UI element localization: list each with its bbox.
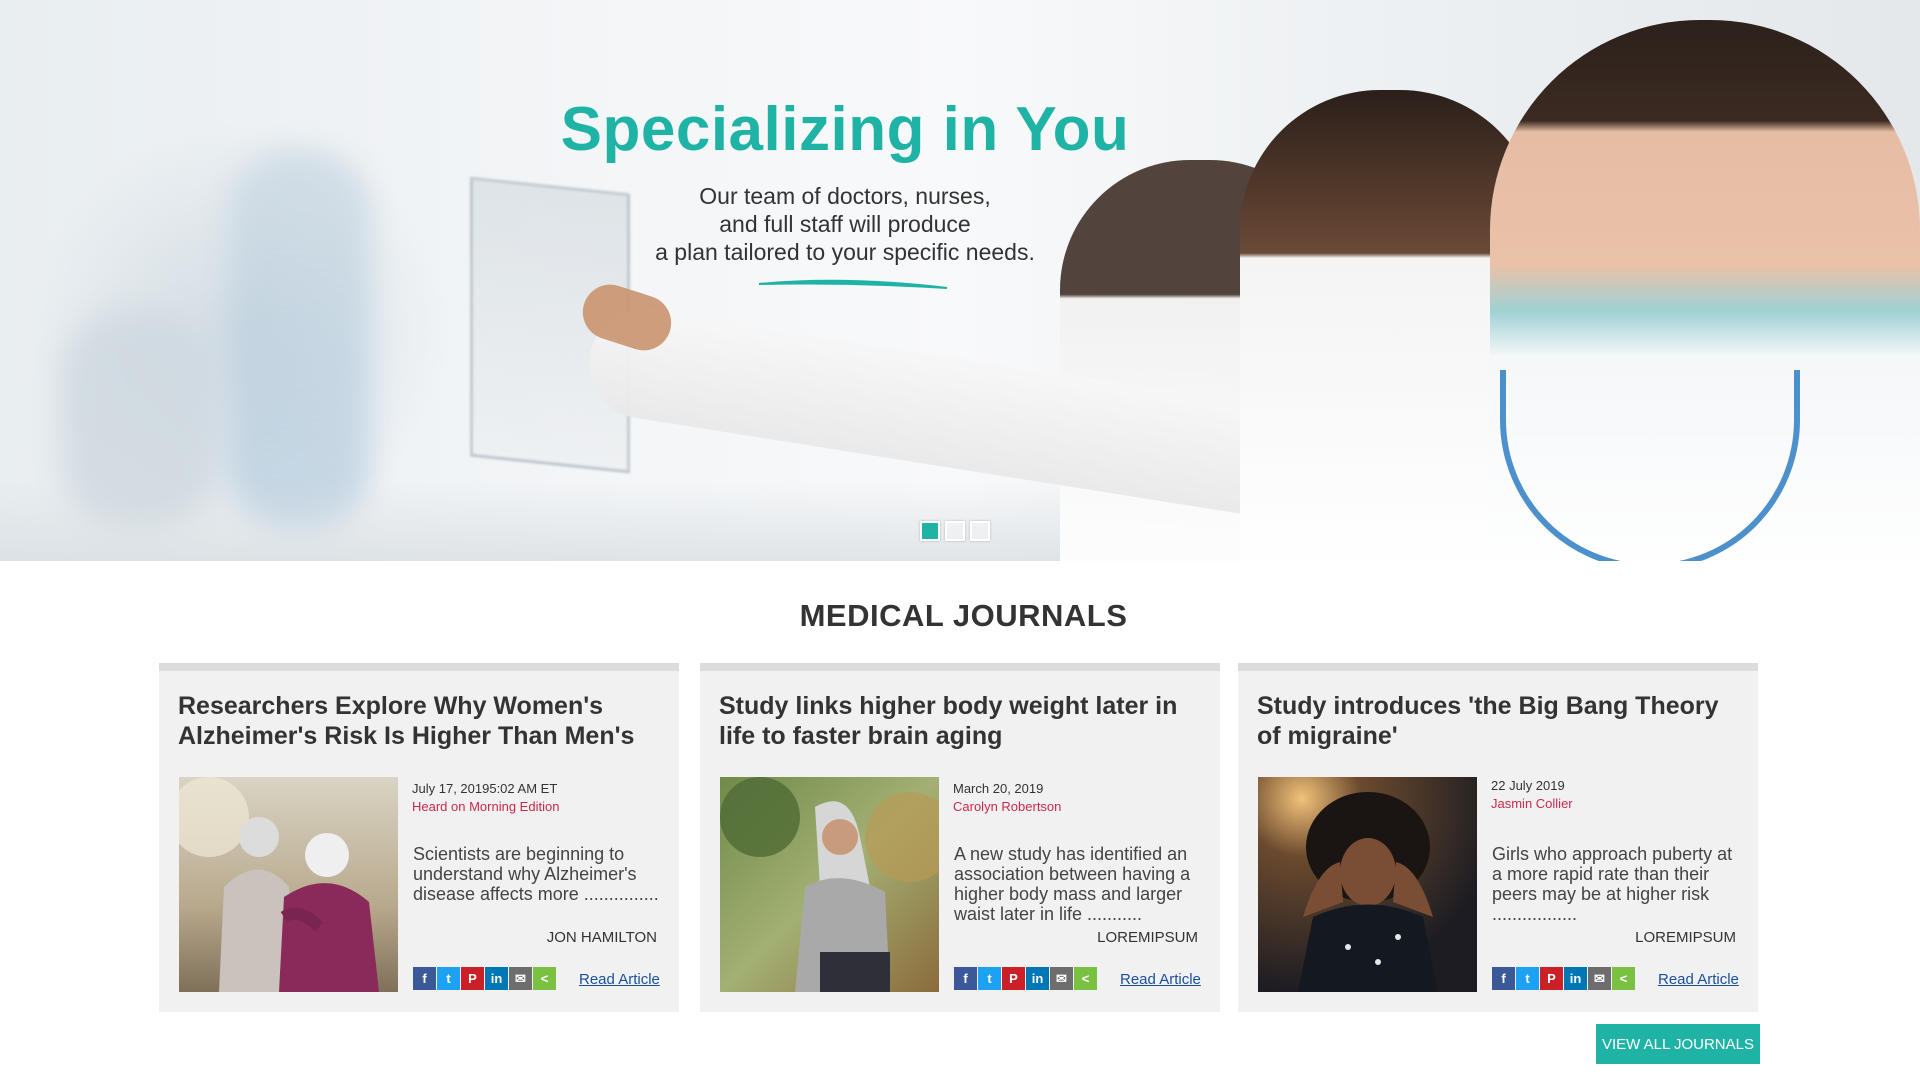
carousel-dot-2[interactable] [945, 521, 965, 541]
article-date: March 20, 2019 [953, 781, 1044, 796]
journal-card: Study links higher body weight later in … [700, 663, 1220, 1012]
article-image-woman-phone [720, 777, 939, 992]
facebook-icon[interactable]: f [954, 967, 977, 990]
article-byline: LOREMIPSUM [1097, 929, 1198, 946]
share-bar: f t P in ✉ < [1492, 967, 1635, 990]
section-title: MEDICAL JOURNALS [799, 598, 1128, 633]
share-icon[interactable]: < [1074, 967, 1097, 990]
pinterest-icon[interactable]: P [461, 967, 484, 990]
read-article-link[interactable]: Read Article [579, 971, 660, 988]
email-icon[interactable]: ✉ [1050, 967, 1073, 990]
hero-text: Specializing in You Our team of doctors,… [480, 92, 1210, 266]
article-date: July 17, 20195:02 AM ET [412, 781, 558, 796]
article-excerpt: Scientists are beginning to understand w… [413, 844, 659, 904]
email-icon[interactable]: ✉ [1588, 967, 1611, 990]
article-image-headache [1258, 777, 1477, 992]
hero-subtitle: Our team of doctors, nurses, and full st… [480, 182, 1210, 266]
share-bar: f t P in ✉ < [954, 967, 1097, 990]
carousel-dot-3[interactable] [970, 521, 990, 541]
article-date: 22 July 2019 [1491, 778, 1565, 793]
linkedin-icon[interactable]: in [1564, 967, 1587, 990]
linkedin-icon[interactable]: in [1026, 967, 1049, 990]
hero-subtitle-line: Our team of doctors, nurses, [699, 183, 991, 209]
journal-card: Researchers Explore Why Women's Alzheime… [159, 663, 679, 1012]
hero-subtitle-line: a plan tailored to your specific needs. [655, 239, 1035, 265]
view-all-journals-button[interactable]: VIEW ALL JOURNALS [1596, 1024, 1760, 1064]
twitter-icon[interactable]: t [1516, 967, 1539, 990]
article-image-couple [179, 777, 398, 992]
hero-title: Specializing in You [560, 95, 1130, 164]
pinterest-icon[interactable]: P [1002, 967, 1025, 990]
carousel-indicators [920, 521, 990, 541]
hero-banner: Specializing in You Our team of doctors,… [0, 0, 1920, 561]
article-excerpt: Girls who approach puberty at a more rap… [1492, 844, 1733, 924]
facebook-icon[interactable]: f [413, 967, 436, 990]
read-article-link[interactable]: Read Article [1658, 971, 1739, 988]
carousel-dot-1[interactable] [920, 521, 940, 541]
share-icon[interactable]: < [1612, 967, 1635, 990]
twitter-icon[interactable]: t [978, 967, 1001, 990]
article-excerpt: A new study has identified an associatio… [954, 844, 1191, 924]
article-byline: JON HAMILTON [546, 929, 657, 946]
journal-card: Study introduces 'the Big Bang Theory of… [1238, 663, 1758, 1012]
article-source[interactable]: Heard on Morning Edition [412, 799, 559, 814]
email-icon[interactable]: ✉ [509, 967, 532, 990]
article-source[interactable]: Jasmin Collier [1491, 796, 1573, 811]
swoosh-divider [758, 279, 948, 289]
facebook-icon[interactable]: f [1492, 967, 1515, 990]
article-byline: LOREMIPSUM [1635, 929, 1736, 946]
article-title[interactable]: Researchers Explore Why Women's Alzheime… [178, 691, 668, 751]
pinterest-icon[interactable]: P [1540, 967, 1563, 990]
twitter-icon[interactable]: t [437, 967, 460, 990]
article-title[interactable]: Study links higher body weight later in … [719, 691, 1209, 751]
read-article-link[interactable]: Read Article [1120, 971, 1201, 988]
share-icon[interactable]: < [533, 967, 556, 990]
linkedin-icon[interactable]: in [485, 967, 508, 990]
share-bar: f t P in ✉ < [413, 967, 556, 990]
hero-doctor-figure [230, 150, 370, 530]
article-title[interactable]: Study introduces 'the Big Bang Theory of… [1257, 691, 1747, 751]
hero-subtitle-line: and full staff will produce [719, 211, 971, 237]
article-source[interactable]: Carolyn Robertson [953, 799, 1061, 814]
